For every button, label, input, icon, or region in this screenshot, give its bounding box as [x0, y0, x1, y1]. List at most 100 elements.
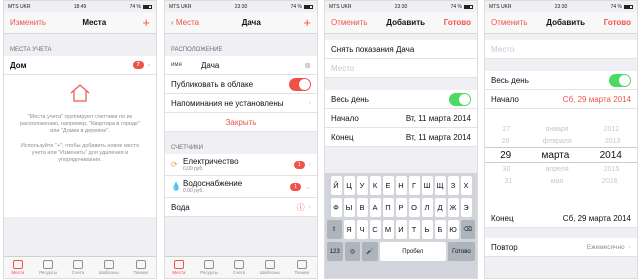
clock: 23:30 [554, 3, 568, 10]
key[interactable]: Ц [343, 176, 355, 195]
picker-cell: 2012 [603, 125, 620, 133]
section-header: МЕСТА УЧЕТА [10, 47, 52, 53]
key[interactable]: Е [382, 176, 394, 195]
key[interactable]: Х [460, 176, 472, 195]
picker-row[interactable]: 31 мая 2016 [485, 175, 637, 187]
publish-toggle[interactable] [289, 77, 311, 91]
status-bar: MTS UKR 23:30 74 % [325, 1, 477, 12]
key[interactable]: Ж [447, 198, 459, 217]
key[interactable]: Т [408, 220, 420, 239]
tab-resources[interactable]: Ресурсы [39, 260, 57, 275]
delete-key[interactable]: ⌫ [460, 220, 475, 239]
key[interactable]: Й [330, 176, 342, 195]
place-input[interactable]: Место [325, 59, 477, 78]
key[interactable]: К [369, 176, 381, 195]
meter-row[interactable]: 💧 Водоснабжение 0,00 руб. 1 ⌄ [165, 176, 317, 198]
key[interactable]: О [408, 198, 420, 217]
key[interactable]: Я [343, 220, 355, 239]
globe-key[interactable]: ◎ [344, 242, 361, 261]
key-row: ⇧ Я Ч С М И Т Ь Б Ю ⌫ [327, 220, 475, 239]
edit-button[interactable]: Изменить [10, 18, 46, 27]
key[interactable]: Д [434, 198, 446, 217]
done-button[interactable]: Готово [604, 18, 631, 27]
name-field[interactable]: имя Дача ⊗ [165, 56, 317, 75]
key[interactable]: Ы [343, 198, 355, 217]
meter-text: Електричество 0,00 руб. [183, 157, 239, 172]
key[interactable]: Ю [447, 220, 459, 239]
places-screen: MTS UKR 18:49 74 % Изменить Места + МЕСТА … [3, 0, 157, 279]
back-button[interactable]: ‹ Места [171, 18, 199, 27]
tab-tuning[interactable]: Тюнинг [134, 260, 149, 275]
tab-label: Счета [71, 270, 85, 275]
picker-cell: февраля [542, 137, 572, 145]
key[interactable]: Ь [421, 220, 433, 239]
picker-row[interactable]: 28 февраля 2013 [485, 135, 637, 147]
end-row[interactable]: Конец Сб, 29 марта 2014 [485, 209, 637, 228]
tab-templates[interactable]: Шаблоны [99, 260, 119, 275]
done-button[interactable]: Готово [444, 18, 471, 27]
date-picker[interactable]: 27 января 2012 28 февраля 2013 29 марта 2014 30 ап… [485, 109, 637, 209]
allday-toggle[interactable] [449, 92, 471, 106]
key[interactable]: А [369, 198, 381, 217]
tab-places[interactable]: Места [11, 260, 24, 275]
key[interactable]: З [447, 176, 459, 195]
meter-row[interactable]: Вода ⓘ › [165, 198, 317, 217]
tab-label: Места [11, 270, 25, 275]
tab-places[interactable]: Места [172, 260, 185, 275]
key[interactable]: Щ [434, 176, 446, 195]
key[interactable]: Э [460, 198, 472, 217]
key[interactable]: И [395, 220, 407, 239]
tab-bills[interactable]: Счета [72, 260, 84, 275]
key[interactable]: В [356, 198, 368, 217]
clock: 23:30 [234, 3, 248, 10]
place-input[interactable]: Место [485, 40, 637, 59]
tab-templates[interactable]: Шаблоны [260, 260, 280, 275]
key[interactable]: Ф [330, 198, 342, 217]
key[interactable]: Р [395, 198, 407, 217]
return-key[interactable]: Готово [447, 242, 476, 261]
clear-icon[interactable]: ⊗ [304, 61, 311, 70]
start-row[interactable]: Начало Вт, 11 марта 2014 [325, 109, 477, 128]
meter-row[interactable]: ⟳ Електричество 0,00 руб. 1 › [165, 154, 317, 176]
picker-row[interactable]: 29 марта 2014 [485, 147, 637, 163]
end-row[interactable]: Конец Вт, 11 марта 2014 [325, 128, 477, 147]
repeat-row[interactable]: Повтор Ежемесячно › [485, 238, 637, 257]
page-title: Места [82, 18, 107, 27]
num-key[interactable]: 123 [327, 242, 343, 261]
picker-row[interactable]: 27 января 2012 [485, 123, 637, 135]
key[interactable]: Б [434, 220, 446, 239]
tab-resources[interactable]: Ресурсы [200, 260, 218, 275]
bulb-icon [43, 260, 54, 269]
picker-row[interactable]: 30 апреля 2015 [485, 163, 637, 175]
bills-icon [233, 260, 244, 269]
add-button[interactable]: + [303, 15, 311, 30]
key[interactable]: Г [408, 176, 420, 195]
tab-tuning[interactable]: Тюнинг [295, 260, 310, 275]
clock: 23:30 [394, 3, 408, 10]
key[interactable]: Н [395, 176, 407, 195]
space-key[interactable]: Пробел [379, 242, 446, 261]
mic-key[interactable]: 🎤 [362, 242, 378, 261]
info-icon[interactable]: ⓘ [297, 202, 305, 213]
start-label: Начало [491, 94, 519, 104]
add-button[interactable]: + [142, 15, 150, 30]
start-row[interactable]: Начало Сб, 29 марта 2014 [485, 90, 637, 109]
key[interactable]: Ш [421, 176, 433, 195]
cancel-button[interactable]: Отменить [491, 18, 528, 27]
key[interactable]: М [382, 220, 394, 239]
allday-toggle[interactable] [609, 73, 631, 87]
key[interactable]: У [356, 176, 368, 195]
key[interactable]: П [382, 198, 394, 217]
tab-bills[interactable]: Счета [233, 260, 245, 275]
place-row[interactable]: Дом 7 › [4, 56, 156, 75]
close-button[interactable]: Закрыть [165, 113, 317, 132]
key[interactable]: Ч [356, 220, 368, 239]
reminders-row[interactable]: Напоминания не установлены › [165, 94, 317, 113]
key[interactable]: С [369, 220, 381, 239]
key[interactable]: Л [421, 198, 433, 217]
name-value: Дача [201, 60, 220, 70]
cancel-button[interactable]: Отменить [331, 18, 368, 27]
shift-key[interactable]: ⇧ [327, 220, 342, 239]
event-title-input[interactable]: Снять показания Дача [325, 40, 477, 59]
picker-cell: 31 [504, 177, 513, 185]
